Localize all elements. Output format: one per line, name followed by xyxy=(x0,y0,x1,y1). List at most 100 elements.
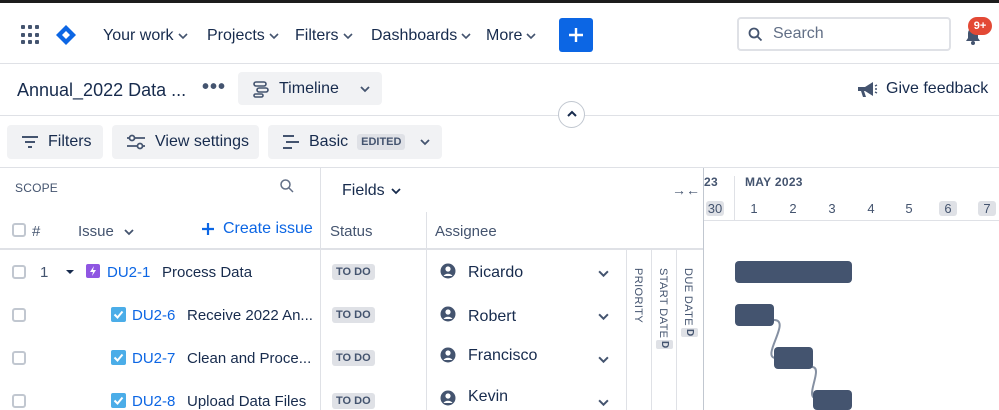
create-issue-label: Create issue xyxy=(223,220,313,237)
issue-summary[interactable]: Receive 2022 An... xyxy=(187,307,313,324)
month-divider xyxy=(734,176,735,220)
view-switcher-label: Timeline xyxy=(279,79,339,97)
task-checkbox-icon xyxy=(111,350,126,365)
settings-sliders-icon xyxy=(127,134,145,150)
table-row[interactable]: DU2-7 Clean and Proce... TO DO Francisco xyxy=(0,337,704,380)
collapse-fields-icon[interactable]: →← xyxy=(672,182,700,198)
search-icon[interactable] xyxy=(279,178,295,194)
chevron-down-icon[interactable] xyxy=(598,311,609,322)
filters-button[interactable]: Filters xyxy=(7,125,103,159)
timeline-bar-du2-6[interactable] xyxy=(735,304,774,326)
plus-icon xyxy=(202,223,214,235)
table-top-divider xyxy=(0,167,999,168)
timeline-prev-month-label: 23 xyxy=(704,175,718,189)
row-checkbox[interactable] xyxy=(12,265,26,279)
timeline-day: 30 xyxy=(706,201,724,216)
status-badge[interactable]: TO DO xyxy=(332,393,375,409)
issue-summary[interactable]: Clean and Proce... xyxy=(187,350,311,367)
chevron-down-icon[interactable] xyxy=(598,354,609,365)
fields-label: Fields xyxy=(342,182,385,199)
chevron-down-icon xyxy=(342,33,353,40)
issue-key-link[interactable]: DU2-7 xyxy=(132,350,175,367)
select-all-checkbox[interactable] xyxy=(12,223,26,237)
filter-icon xyxy=(22,136,38,148)
status-badge[interactable]: TO DO xyxy=(332,350,375,366)
timeline-day: 3 xyxy=(828,201,836,216)
nav-projects[interactable]: Projects xyxy=(207,27,279,45)
notification-count-badge: 9+ xyxy=(968,17,992,35)
chevron-down-icon xyxy=(420,139,431,146)
table-row[interactable]: DU2-8 Upload Data Files TO DO Kevin xyxy=(0,380,704,410)
megaphone-icon xyxy=(858,82,878,97)
jira-logo-icon[interactable] xyxy=(55,24,77,46)
timeline-day: 7 xyxy=(978,201,996,216)
issue-key-link[interactable]: DU2-8 xyxy=(132,393,175,410)
nav-filters[interactable]: Filters xyxy=(295,27,353,45)
row-checkbox[interactable] xyxy=(12,394,26,408)
create-button[interactable] xyxy=(559,18,593,52)
status-badge[interactable]: TO DO xyxy=(332,264,375,280)
row-checkbox[interactable] xyxy=(12,351,26,365)
assignee-name[interactable]: Ricardo xyxy=(468,264,523,282)
issue-summary[interactable]: Upload Data Files xyxy=(187,393,306,410)
avatar-icon xyxy=(440,347,456,363)
nav-more[interactable]: More xyxy=(486,27,537,45)
scope-label: SCOPE xyxy=(15,181,59,195)
chevron-down-icon xyxy=(177,33,188,40)
timeline-header-divider xyxy=(704,220,999,221)
view-switcher-button[interactable]: Timeline xyxy=(238,72,382,105)
nav-more-label: More xyxy=(486,27,523,44)
timeline-day: 6 xyxy=(939,201,957,216)
timeline-bar-du2-7[interactable] xyxy=(774,347,813,369)
assignee-name[interactable]: Robert xyxy=(468,308,516,326)
row-checkbox[interactable] xyxy=(12,308,26,322)
issue-key-link[interactable]: DU2-6 xyxy=(132,307,175,324)
avatar-icon xyxy=(440,390,456,406)
column-header-number: # xyxy=(32,223,41,240)
more-actions-icon[interactable]: ••• xyxy=(202,76,226,99)
search-icon xyxy=(748,27,763,41)
issue-key-link[interactable]: DU2-1 xyxy=(107,264,150,281)
column-header-issue[interactable]: Issue xyxy=(78,223,134,240)
task-checkbox-icon xyxy=(111,393,126,408)
epic-icon xyxy=(86,264,100,278)
table-row[interactable]: DU2-6 Receive 2022 An... TO DO Robert xyxy=(0,294,704,337)
timeline-bar-du2-8[interactable] xyxy=(813,390,852,410)
top-navigation-bar: Your work Projects Filters Dashboards Mo… xyxy=(0,0,999,64)
column-header-issue-label: Issue xyxy=(78,223,114,240)
nav-dashboards[interactable]: Dashboards xyxy=(371,27,471,45)
table-header-divider xyxy=(0,248,704,250)
give-feedback-button[interactable]: Give feedback xyxy=(856,80,988,98)
assignee-name[interactable]: Francisco xyxy=(468,347,537,365)
view-settings-button[interactable]: View settings xyxy=(112,125,259,159)
give-feedback-label: Give feedback xyxy=(886,80,989,97)
assignee-name[interactable]: Kevin xyxy=(468,388,508,406)
chevron-down-icon[interactable] xyxy=(598,397,609,408)
timeline-bar-du2-1[interactable] xyxy=(735,261,852,283)
fields-button[interactable]: Fields xyxy=(342,182,401,200)
basic-view-button[interactable]: Basic EDITED xyxy=(268,125,442,159)
chevron-down-icon xyxy=(461,33,471,40)
create-issue-button[interactable]: Create issue xyxy=(201,220,313,238)
timeline-day: 4 xyxy=(867,201,875,216)
filters-label: Filters xyxy=(48,133,92,150)
table-row[interactable]: 1 DU2-1 Process Data TO DO Ricardo xyxy=(0,251,704,294)
chevron-down-icon[interactable] xyxy=(598,268,609,279)
collapse-caret-icon[interactable] xyxy=(64,266,76,278)
nav-projects-label: Projects xyxy=(207,27,265,44)
timeline-month-label: MAY 2023 xyxy=(745,175,803,189)
nav-filters-label: Filters xyxy=(295,27,339,44)
column-header-assignee: Assignee xyxy=(435,223,497,240)
plus-icon xyxy=(569,28,583,42)
header-divider xyxy=(0,115,999,116)
basic-view-label: Basic xyxy=(309,133,349,150)
nav-your-work[interactable]: Your work xyxy=(103,27,188,45)
chevron-down-icon xyxy=(391,188,401,195)
page-title: Annual_2022 Data ... xyxy=(17,80,187,100)
timeline-day: 1 xyxy=(750,201,758,216)
status-badge[interactable]: TO DO xyxy=(332,307,375,323)
collapse-header-button[interactable] xyxy=(558,101,585,128)
search-input[interactable]: Search xyxy=(737,17,951,51)
issue-summary[interactable]: Process Data xyxy=(162,264,252,281)
app-switcher-icon[interactable] xyxy=(21,25,41,45)
